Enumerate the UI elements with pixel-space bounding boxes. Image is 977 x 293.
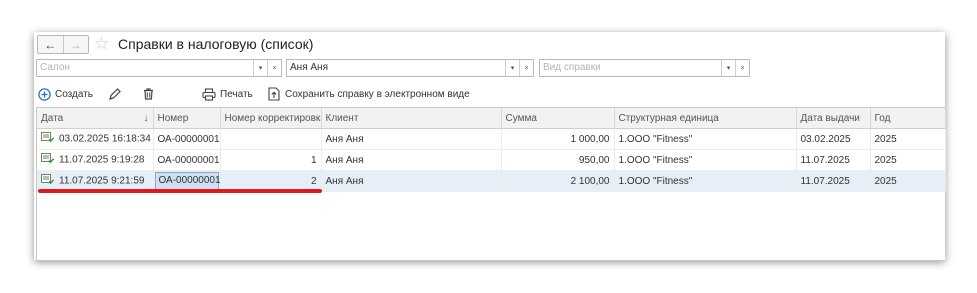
table-row[interactable]: 11.07.2025 9:19:28 ОА-00000001 1 Аня Аня… — [37, 149, 946, 171]
column-header-year[interactable]: Год — [870, 108, 946, 129]
cell-date: 11.07.2025 9:19:28 — [37, 149, 154, 171]
column-header-correction[interactable]: Номер корректировки — [220, 108, 322, 129]
cell-unit: 1.ООО "Fitness" — [614, 128, 797, 150]
cell-year: 2025 — [870, 128, 946, 150]
kind-clear-button[interactable]: × — [735, 60, 749, 76]
kind-filter-placeholder: Вид справки — [543, 62, 601, 73]
column-header-client[interactable]: Клиент — [321, 108, 502, 129]
cell-unit: 1.ООО "Fitness" — [614, 170, 797, 192]
salon-clear-button[interactable]: × — [267, 60, 281, 76]
cell-date: 03.02.2025 16:18:34 — [37, 128, 154, 150]
cell-year: 2025 — [870, 170, 946, 192]
trash-icon — [142, 87, 155, 101]
pencil-icon — [108, 87, 122, 101]
column-header-sum[interactable]: Сумма — [501, 108, 615, 129]
print-label: Печать — [220, 88, 253, 100]
save-electronic-label: Сохранить справку в электронном виде — [285, 88, 470, 100]
toolbar: Создать Печать Сохранить справку в элект… — [34, 84, 945, 104]
edit-button[interactable] — [108, 84, 122, 104]
posted-document-icon — [41, 153, 55, 167]
cell-unit: 1.ООО "Fitness" — [614, 149, 797, 171]
favorite-star-icon[interactable]: ☆ — [94, 34, 109, 54]
posted-document-icon — [41, 132, 55, 146]
client-filter-value: Аня Аня — [290, 62, 328, 73]
cell-issue-date: 03.02.2025 — [796, 128, 871, 150]
sort-arrow-icon: ↓ — [143, 112, 149, 124]
filter-bar: Салон ▾ × Аня Аня ▾ × Вид справки ▾ × — [34, 59, 945, 77]
column-header-issue-date[interactable]: Дата выдачи — [796, 108, 871, 129]
cell-sum: 1 000,00 — [501, 128, 615, 150]
delete-button[interactable] — [142, 84, 155, 104]
plus-circle-icon — [38, 87, 51, 101]
save-electronic-button[interactable]: Сохранить справку в электронном виде — [268, 84, 470, 104]
title-bar: ← → ☆ Справки в налоговую (список) — [34, 32, 945, 56]
cell-correction — [220, 128, 322, 150]
nav-buttons: ← → — [37, 35, 89, 54]
cell-correction: 1 — [220, 149, 322, 171]
salon-filter-placeholder: Салон — [40, 62, 70, 73]
printer-icon — [202, 87, 216, 101]
table-header: Дата ↓ Номер Номер корректировки Клиент С… — [37, 108, 946, 129]
red-underline-annotation — [38, 189, 322, 193]
column-header-number[interactable]: Номер — [153, 108, 221, 129]
cell-client: Аня Аня — [321, 170, 502, 192]
client-dropdown-button[interactable]: ▾ — [505, 60, 519, 76]
column-header-unit[interactable]: Структурная единица — [614, 108, 797, 129]
kind-filter[interactable]: Вид справки ▾ × — [539, 59, 750, 77]
cell-number: ОА-00000001 — [153, 128, 221, 150]
create-button[interactable]: Создать — [38, 84, 93, 104]
client-clear-button[interactable]: × — [519, 60, 533, 76]
cell-client: Аня Аня — [321, 149, 502, 171]
focused-cell-value: ОА-00000001 — [154, 172, 219, 190]
cell-year: 2025 — [870, 149, 946, 171]
cell-sum: 2 100,00 — [501, 170, 615, 192]
documents-table: Дата ↓ Номер Номер корректировки Клиент С… — [36, 107, 946, 261]
salon-dropdown-button[interactable]: ▾ — [253, 60, 267, 76]
forward-button[interactable]: → — [62, 36, 89, 53]
posted-document-icon — [41, 174, 55, 188]
table-row[interactable]: 03.02.2025 16:18:34 ОА-00000001 Аня Аня … — [37, 128, 946, 150]
cell-issue-date: 11.07.2025 — [796, 149, 871, 171]
document-list-window: ← → ☆ Справки в налоговую (список) Салон… — [34, 32, 946, 261]
upload-document-icon — [268, 87, 280, 101]
client-filter[interactable]: Аня Аня ▾ × — [286, 59, 534, 77]
salon-filter[interactable]: Салон ▾ × — [36, 59, 282, 77]
cell-client: Аня Аня — [321, 128, 502, 150]
create-label: Создать — [55, 88, 94, 100]
print-button[interactable]: Печать — [202, 84, 253, 104]
back-button[interactable]: ← — [38, 36, 63, 53]
cell-sum: 950,00 — [501, 149, 615, 171]
column-header-date[interactable]: Дата ↓ — [37, 108, 154, 129]
page-title: Справки в налоговую (список) — [118, 36, 314, 52]
cell-number: ОА-00000001 — [153, 149, 221, 171]
kind-dropdown-button[interactable]: ▾ — [721, 60, 735, 76]
cell-issue-date: 11.07.2025 — [796, 170, 871, 192]
